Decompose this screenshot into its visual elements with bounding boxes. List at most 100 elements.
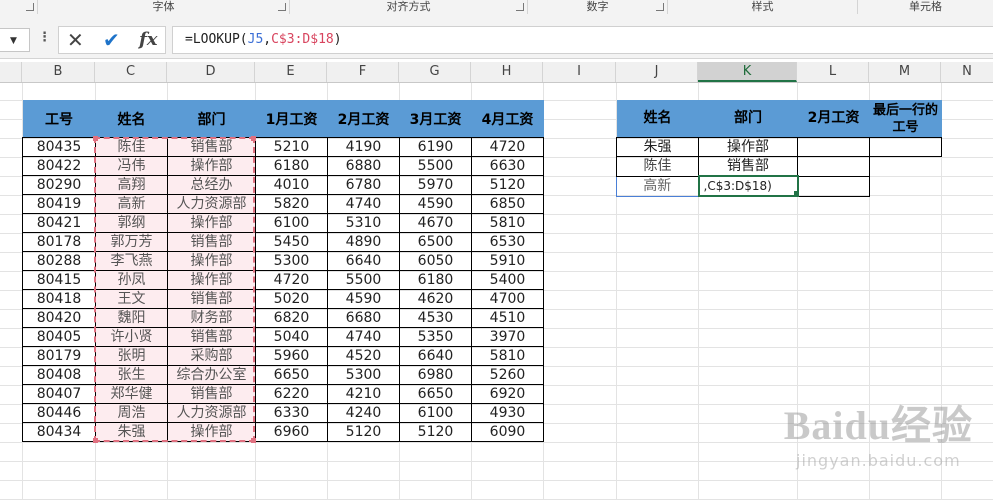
table-cell[interactable]: 6190 [399, 137, 472, 157]
table-cell[interactable]: 6630 [471, 156, 544, 176]
function-icon[interactable]: fx [139, 30, 157, 50]
table-cell[interactable]: 销售部 [167, 327, 256, 347]
cell-j4[interactable]: 陈佳 [616, 156, 699, 177]
table-cell[interactable]: 4590 [399, 194, 472, 214]
table-cell[interactable]: 4190 [327, 137, 400, 157]
header-cell[interactable]: 1月工资 [255, 100, 328, 138]
formula-input[interactable]: =LOOKUP(J5,C$3:D$18) [172, 26, 993, 54]
table-cell[interactable]: 6880 [327, 156, 400, 176]
table-cell[interactable]: 销售部 [167, 137, 256, 157]
table-cell[interactable]: 6650 [399, 384, 472, 404]
name-box[interactable]: ▼ [0, 28, 30, 52]
table-cell[interactable]: 操作部 [167, 251, 256, 271]
more-options-icon[interactable]: ⋮ [38, 30, 51, 45]
table-cell[interactable]: 80419 [22, 194, 96, 214]
table-cell[interactable]: 操作部 [167, 213, 256, 233]
cell-m5[interactable] [869, 176, 942, 196]
table-cell[interactable]: 6100 [255, 213, 328, 233]
column-header-g[interactable]: G [399, 62, 471, 82]
dialog-launcher-icon[interactable] [516, 3, 524, 11]
table-cell[interactable]: 朱强 [95, 422, 168, 442]
cell-k3[interactable]: 操作部 [698, 137, 798, 157]
column-header-e[interactable]: E [255, 62, 327, 82]
table-cell[interactable]: 6640 [327, 251, 400, 271]
table-cell[interactable]: 80408 [22, 365, 96, 385]
table-cell[interactable]: 6920 [471, 384, 544, 404]
table-cell[interactable]: 5300 [255, 251, 328, 271]
table-cell[interactable]: 5500 [327, 270, 400, 290]
table-cell[interactable]: 6180 [399, 270, 472, 290]
table-cell[interactable]: 6960 [255, 422, 328, 442]
table-cell[interactable]: 操作部 [167, 422, 256, 442]
table-cell[interactable]: 6090 [471, 422, 544, 442]
table-cell[interactable]: 周浩 [95, 403, 168, 423]
table-cell[interactable]: 操作部 [167, 156, 256, 176]
cell-j5[interactable]: 高新 [616, 175, 699, 197]
table-cell[interactable]: 80178 [22, 232, 96, 252]
table-cell[interactable]: 5310 [327, 213, 400, 233]
table-cell[interactable]: 王文 [95, 289, 168, 309]
table-cell[interactable]: 4740 [327, 327, 400, 347]
table-cell[interactable]: 5450 [255, 232, 328, 252]
table-cell[interactable]: 李飞燕 [95, 251, 168, 271]
header-cell[interactable]: 3月工资 [399, 100, 472, 138]
table-cell[interactable]: 陈佳 [95, 137, 168, 157]
cell-l3[interactable] [797, 137, 870, 157]
table-cell[interactable]: 80420 [22, 308, 96, 328]
table-cell[interactable]: 4210 [327, 384, 400, 404]
table-cell[interactable]: 6850 [471, 194, 544, 214]
column-header-h[interactable]: H [471, 62, 543, 82]
table-cell[interactable]: 高新 [95, 194, 168, 214]
cell-l5[interactable] [797, 175, 870, 197]
table-cell[interactable]: 3970 [471, 327, 544, 347]
table-cell[interactable]: 冯伟 [95, 156, 168, 176]
table-cell[interactable]: 孙凤 [95, 270, 168, 290]
column-header-k[interactable]: K [698, 62, 797, 82]
table-cell[interactable]: 5500 [399, 156, 472, 176]
dialog-launcher-icon[interactable] [278, 3, 286, 11]
table-cell[interactable]: 5350 [399, 327, 472, 347]
table-cell[interactable]: 操作部 [167, 270, 256, 290]
table-cell[interactable]: 80405 [22, 327, 96, 347]
column-header-j[interactable]: J [616, 62, 698, 82]
table-cell[interactable]: 许小贤 [95, 327, 168, 347]
table-cell[interactable]: 6530 [471, 232, 544, 252]
table-cell[interactable]: 销售部 [167, 289, 256, 309]
column-header-f[interactable]: F [327, 62, 399, 82]
table-cell[interactable]: 80288 [22, 251, 96, 271]
header-cell[interactable]: 部门 [698, 100, 798, 138]
cell-m3[interactable] [869, 137, 942, 157]
cell-m4[interactable] [869, 156, 942, 176]
table-cell[interactable]: 4010 [255, 175, 328, 195]
table-cell[interactable]: 80434 [22, 422, 96, 442]
fill-handle[interactable] [794, 191, 799, 196]
table-cell[interactable]: 郭纲 [95, 213, 168, 233]
cell-j3[interactable]: 朱强 [616, 137, 699, 157]
table-cell[interactable]: 80407 [22, 384, 96, 404]
table-cell[interactable]: 张生 [95, 365, 168, 385]
column-header-d[interactable]: D [167, 62, 255, 82]
table-cell[interactable]: 5820 [255, 194, 328, 214]
table-cell[interactable]: 魏阳 [95, 308, 168, 328]
table-cell[interactable]: 5810 [471, 346, 544, 366]
table-cell[interactable]: 4530 [399, 308, 472, 328]
header-cell[interactable]: 姓名 [95, 100, 168, 138]
header-cell[interactable]: 2月工资 [797, 100, 870, 138]
table-cell[interactable]: 4700 [471, 289, 544, 309]
table-cell[interactable]: 5260 [471, 365, 544, 385]
table-cell[interactable]: 销售部 [167, 384, 256, 404]
table-cell[interactable]: 4510 [471, 308, 544, 328]
table-cell[interactable]: 4520 [327, 346, 400, 366]
table-cell[interactable]: 80415 [22, 270, 96, 290]
table-cell[interactable]: 6180 [255, 156, 328, 176]
table-cell[interactable]: 5910 [471, 251, 544, 271]
table-cell[interactable]: 高翔 [95, 175, 168, 195]
table-cell[interactable]: 6680 [327, 308, 400, 328]
dialog-launcher-icon[interactable] [26, 3, 34, 11]
column-header-m[interactable]: M [869, 62, 941, 82]
table-cell[interactable]: 4240 [327, 403, 400, 423]
table-cell[interactable]: 80290 [22, 175, 96, 195]
table-cell[interactable]: 4720 [471, 137, 544, 157]
table-cell[interactable]: 4720 [255, 270, 328, 290]
header-cell[interactable]: 姓名 [616, 100, 699, 138]
